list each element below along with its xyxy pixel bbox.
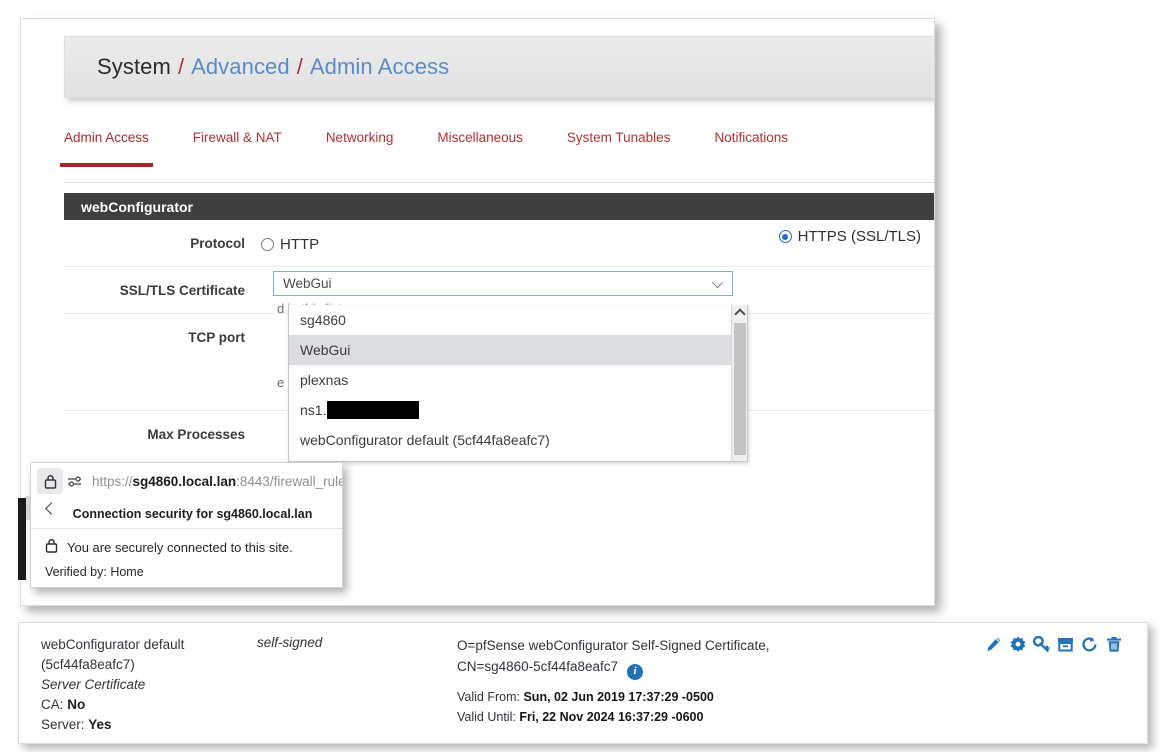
popup-header: Connection security for sg4860.local.lan	[31, 499, 342, 529]
certificate-dn-line2-row: CN=sg4860-5cf44fa8eafc7 i	[457, 656, 957, 680]
url-scheme: https://	[92, 473, 133, 489]
breadcrumb-separator-2: /	[296, 54, 303, 79]
url-host-domain: local.lan	[182, 473, 237, 489]
lock-icon[interactable]	[37, 468, 63, 494]
ssl-certificate-dropdown-list[interactable]: sg4860 WebGui plexnas ns1. webConfigurat…	[288, 305, 748, 462]
certificate-server-label: Server:	[41, 717, 85, 732]
tab-notifications[interactable]: Notifications	[714, 126, 788, 145]
protocol-options: HTTP HTTPS (SSL/TLS)	[261, 220, 934, 266]
breadcrumb-separator-1: /	[177, 54, 185, 79]
site-permissions-icon[interactable]	[67, 475, 84, 488]
popup-body: You are securely connected to this site.…	[31, 529, 342, 579]
certificate-server-row: Server: Yes	[41, 715, 251, 735]
certificate-ca-row: CA: No	[41, 695, 251, 715]
edit-pencil-icon[interactable]	[984, 635, 1003, 654]
export-p12-archive-icon[interactable]	[1056, 635, 1075, 654]
certificate-valid-from-label: Valid From:	[457, 689, 520, 704]
label-ssl-certificate: SSL/TLS Certificate	[119, 283, 245, 298]
certificate-valid-from-value: Sun, 02 Jun 2019 17:37:29 -0500	[523, 689, 714, 704]
dropdown-option-sg4860[interactable]: sg4860	[289, 305, 747, 335]
browser-url-bar[interactable]: https://sg4860.local.lan:8443/firewall_r…	[31, 463, 342, 499]
popup-title: Connection security for sg4860.local.lan	[72, 506, 313, 521]
url-host-sub: sg4860.	[132, 473, 183, 489]
breadcrumb: System / Advanced / Admin Access	[64, 36, 934, 98]
reissue-renew-refresh-icon[interactable]	[1080, 635, 1099, 654]
chevron-down-icon[interactable]	[711, 276, 724, 289]
browser-url-text: https://sg4860.local.lan:8443/firewall_r…	[92, 473, 343, 489]
export-certificate-icon[interactable]	[1008, 635, 1027, 654]
breadcrumb-system: System	[97, 54, 171, 79]
delete-trash-icon[interactable]	[1104, 635, 1123, 654]
chevron-up-icon[interactable]	[733, 308, 746, 320]
tab-system-tunables[interactable]: System Tunables	[567, 126, 671, 145]
radio-https-label: HTTPS (SSL/TLS)	[797, 228, 921, 245]
browser-connection-security-popup: https://sg4860.local.lan:8443/firewall_r…	[30, 462, 343, 588]
certificate-issuer-note: self-signed	[257, 635, 323, 650]
info-icon[interactable]: i	[627, 663, 643, 680]
certificate-valid-until-row: Valid Until: Fri, 22 Nov 2024 16:37:29 -…	[457, 707, 957, 727]
certificate-valid-until-label: Valid Until:	[457, 709, 516, 724]
dropdown-scrollbar-thumb[interactable]	[734, 323, 746, 455]
certificate-type: Server Certificate	[41, 677, 146, 692]
tab-bar: Admin Access Firewall & NAT Networking M…	[60, 126, 934, 174]
certificate-name-column: webConfigurator default (5cf44fa8eafc7) …	[41, 635, 251, 735]
screenshot-root: System / Advanced / Admin Access Admin A…	[0, 0, 1163, 752]
breadcrumb-advanced[interactable]: Advanced	[191, 54, 290, 80]
dropdown-scrollbar[interactable]	[731, 305, 747, 461]
verified-by-text: Verified by: Home	[45, 565, 144, 579]
export-key-icon[interactable]	[1032, 635, 1051, 654]
browser-edge-artifact-strip	[18, 498, 26, 580]
radio-https[interactable]: HTTPS (SSL/TLS)	[778, 228, 921, 245]
certificate-ca-label: CA:	[41, 697, 64, 712]
radio-https-indicator[interactable]	[778, 230, 792, 243]
ssl-certificate-select[interactable]: WebGui	[273, 271, 733, 296]
label-protocol: Protocol	[190, 236, 245, 251]
tab-networking[interactable]: Networking	[326, 126, 394, 145]
certificate-ca-value: No	[67, 697, 86, 712]
certificate-distinguished-name-column: O=pfSense webConfigurator Self-Signed Ce…	[457, 635, 957, 727]
tab-miscellaneous[interactable]: Miscellaneous	[437, 126, 523, 145]
certificate-server-value: Yes	[88, 717, 112, 732]
tab-bar-divider	[64, 182, 934, 183]
tab-firewall-nat[interactable]: Firewall & NAT	[193, 126, 282, 145]
radio-http[interactable]: HTTP	[261, 236, 319, 253]
certificate-valid-until-value: Fri, 22 Nov 2024 16:37:29 -0600	[519, 709, 704, 724]
label-max-processes: Max Processes	[147, 427, 245, 442]
dropdown-option-plexnas[interactable]: plexnas	[289, 365, 747, 395]
certificate-action-icons	[984, 635, 1123, 654]
redaction-block	[327, 401, 420, 419]
radio-http-indicator[interactable]	[261, 238, 274, 251]
dropdown-option-webconfigurator-default[interactable]: webConfigurator default (5cf44fa8eafc7)	[289, 425, 747, 455]
lock-outline-icon	[45, 538, 58, 556]
form-row-protocol: Protocol HTTP HTTPS (SSL/TLS)	[64, 220, 934, 267]
breadcrumb-admin-access[interactable]: Admin Access	[310, 54, 449, 80]
tab-admin-access[interactable]: Admin Access	[60, 126, 153, 167]
certificate-valid-from-row: Valid From: Sun, 02 Jun 2019 17:37:29 -0…	[457, 687, 957, 707]
secure-connection-text: You are securely connected to this site.	[67, 539, 293, 555]
certificate-detail-panel: webConfigurator default (5cf44fa8eafc7) …	[18, 622, 1148, 744]
certificate-name-line1: webConfigurator default	[41, 637, 185, 652]
radio-http-label: HTTP	[280, 236, 320, 253]
label-tcp-port: TCP port	[188, 330, 245, 345]
secure-connection-row: You are securely connected to this site.	[31, 538, 342, 556]
ssl-certificate-selected-value: WebGui	[283, 276, 332, 291]
url-path: :8443/firewall_rules	[236, 473, 343, 489]
dropdown-option-ns1-label: ns1.	[300, 402, 327, 418]
dropdown-option-ns1[interactable]: ns1.	[289, 395, 747, 425]
certificate-name-line2: (5cf44fa8eafc7)	[41, 657, 135, 672]
section-header-webconfigurator: webConfigurator	[64, 193, 934, 220]
dropdown-option-webgui[interactable]: WebGui	[289, 335, 747, 365]
certificate-dn-line1: O=pfSense webConfigurator Self-Signed Ce…	[457, 638, 770, 653]
certificate-dn-line2: CN=sg4860-5cf44fa8eafc7	[457, 659, 618, 674]
